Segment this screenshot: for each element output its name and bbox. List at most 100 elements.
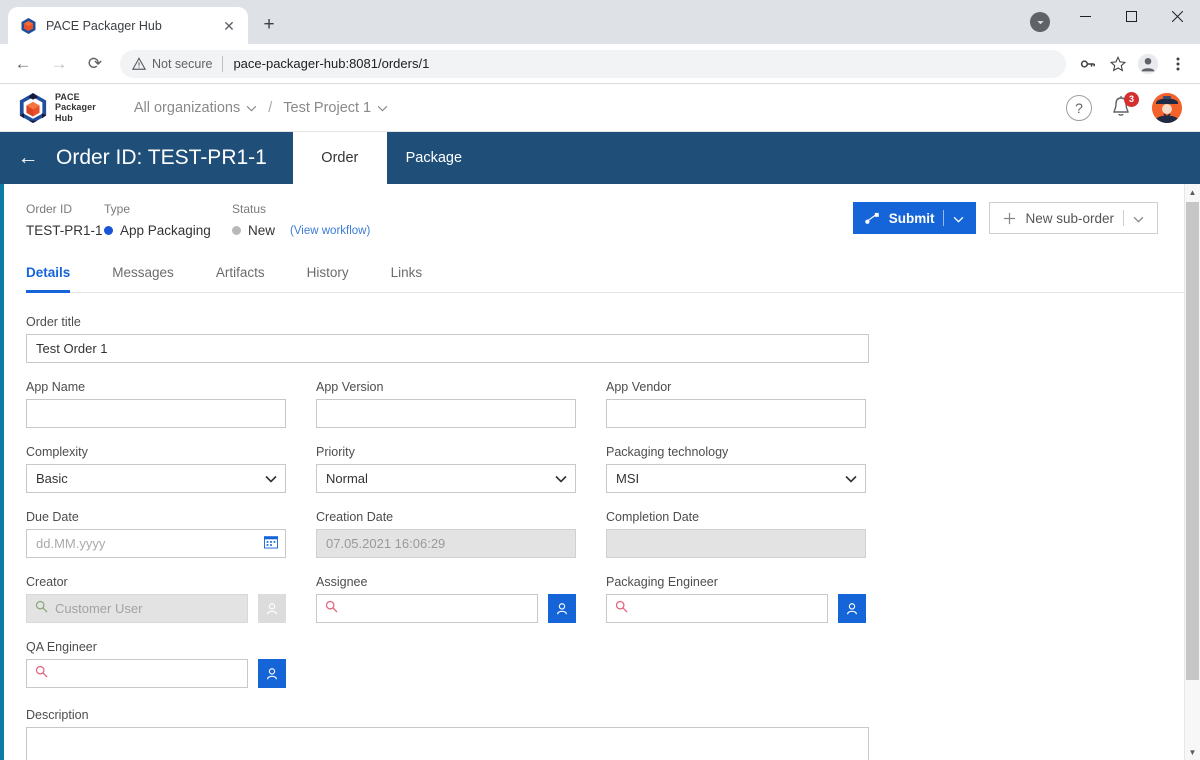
new-sub-order-button[interactable]: New sub-order <box>989 202 1158 234</box>
app-version-input[interactable] <box>316 399 576 428</box>
qa-engineer-input[interactable] <box>26 659 248 688</box>
app-name-label: App Name <box>26 380 86 394</box>
packaging-engineer-label: Packaging Engineer <box>606 575 718 589</box>
key-icon[interactable] <box>1074 50 1102 78</box>
app-name-input[interactable] <box>26 399 286 428</box>
tab-history[interactable]: History <box>307 265 349 293</box>
help-icon[interactable]: ? <box>1066 94 1092 121</box>
pace-packager-hub-logo-icon <box>18 92 48 124</box>
maximize-button[interactable] <box>1108 0 1154 32</box>
browser-tab-title: PACE Packager Hub <box>46 18 162 33</box>
search-icon <box>35 665 48 683</box>
breadcrumb-project[interactable]: Test Project 1 <box>283 100 388 116</box>
scrollbar-thumb[interactable] <box>1186 202 1199 680</box>
assignee-input[interactable] <box>316 594 538 623</box>
avatar[interactable] <box>1152 92 1182 123</box>
meta-order-id-label: Order ID <box>26 202 73 216</box>
omnibox-divider <box>222 55 224 72</box>
calendar-icon[interactable] <box>263 534 279 553</box>
minimize-button[interactable] <box>1062 0 1108 32</box>
completion-date-label: Completion Date <box>606 510 700 524</box>
tab-order[interactable]: Order <box>292 132 387 184</box>
packaging-technology-label: Packaging technology <box>606 445 729 459</box>
back-arrow-icon[interactable]: ← <box>0 132 56 184</box>
packaging-engineer-picker-button[interactable] <box>838 594 866 623</box>
field-creation-date: Creation Date <box>316 510 576 558</box>
field-assignee: Assignee <box>316 575 576 623</box>
breadcrumb-organizations[interactable]: All organizations <box>134 100 257 116</box>
new-sub-order-divider <box>1123 210 1124 226</box>
star-icon[interactable] <box>1104 50 1132 78</box>
search-icon <box>325 600 338 618</box>
omnibox-buttons <box>1072 50 1192 78</box>
field-description: Description <box>26 708 1184 760</box>
description-textarea[interactable] <box>26 727 869 760</box>
tab-details[interactable]: Details <box>26 265 71 293</box>
tab-artifacts[interactable]: Artifacts <box>216 265 265 293</box>
chevron-down-icon[interactable] <box>1030 12 1050 32</box>
meta-type: Type App Packaging <box>104 202 232 238</box>
close-window-button[interactable] <box>1154 0 1200 32</box>
order-title-input[interactable] <box>26 334 869 363</box>
app-logo-text: PACE Packager Hub <box>55 92 96 124</box>
field-due-date: Due Date <box>26 510 286 558</box>
packaging-technology-select[interactable]: MSI <box>606 464 866 493</box>
description-label: Description <box>26 708 89 722</box>
search-icon <box>35 600 48 618</box>
qa-engineer-picker-button[interactable] <box>258 659 286 688</box>
field-creator: Creator Customer User <box>26 575 286 623</box>
app-version-label: App Version <box>316 380 384 394</box>
field-qa-engineer: QA Engineer <box>26 640 286 688</box>
creator-label: Creator <box>26 575 68 589</box>
priority-select[interactable]: Normal <box>316 464 576 493</box>
tab-package[interactable]: Package <box>387 132 481 184</box>
tab-messages[interactable]: Messages <box>112 265 174 293</box>
browser-tab[interactable]: PACE Packager Hub ✕ <box>8 7 248 44</box>
app-vendor-input[interactable] <box>606 399 866 428</box>
assignee-picker-button[interactable] <box>548 594 576 623</box>
address-bar[interactable]: Not secure pace-packager-hub:8081/orders… <box>120 49 1066 78</box>
header-actions: ? 3 <box>1066 91 1182 123</box>
detail-tabs: Details Messages Artifacts History Links <box>26 264 1184 293</box>
creator-picker-button <box>258 594 286 623</box>
chevron-down-icon[interactable] <box>953 211 964 226</box>
meta-type-value: App Packaging <box>120 223 211 238</box>
chevron-down-icon[interactable] <box>1133 211 1144 226</box>
packaging-engineer-input[interactable] <box>606 594 828 623</box>
submit-button[interactable]: Submit <box>852 202 977 234</box>
notifications-button[interactable]: 3 <box>1110 91 1139 121</box>
browser-toolbar: ← → ⟳ Not secure pace-packager-hub:8081/… <box>0 44 1200 84</box>
back-button[interactable]: ← <box>8 49 38 79</box>
meta-status-value-wrap: New <box>232 223 290 238</box>
field-app-version: App Version <box>316 380 576 428</box>
app-viewport: PACE Packager Hub All organizations / Te… <box>0 84 1200 760</box>
meta-type-value-wrap: App Packaging <box>104 223 232 238</box>
submit-label: Submit <box>888 210 935 226</box>
meta-order-id: Order ID TEST-PR1-1 <box>26 202 104 238</box>
meta-status-value: New <box>248 223 276 238</box>
field-order-title: Order title <box>26 315 869 363</box>
complexity-select[interactable]: Basic <box>26 464 286 493</box>
breadcrumb-separator: / <box>268 99 273 116</box>
forward-button[interactable]: → <box>44 49 74 79</box>
order-title-bar: ← Order ID: TEST-PR1-1 Order Package <box>0 132 1200 184</box>
due-date-input[interactable] <box>26 529 286 558</box>
person-icon <box>267 602 277 614</box>
tab-links[interactable]: Links <box>391 265 423 293</box>
field-app-name: App Name <box>26 380 286 428</box>
app-logo[interactable]: PACE Packager Hub <box>18 92 96 124</box>
kebab-menu-icon[interactable] <box>1164 50 1192 78</box>
close-icon[interactable]: ✕ <box>220 17 238 35</box>
profile-icon[interactable] <box>1134 50 1162 78</box>
security-indicator[interactable]: Not secure <box>132 57 212 71</box>
due-date-label: Due Date <box>26 510 79 524</box>
scroll-up-arrow-icon[interactable]: ▲ <box>1185 184 1200 200</box>
breadcrumb-project-label: Test Project 1 <box>283 99 372 116</box>
meta-status-label: Status <box>232 202 267 216</box>
vertical-scrollbar[interactable]: ▲ ▼ <box>1184 184 1200 760</box>
scroll-down-arrow-icon[interactable]: ▼ <box>1185 744 1200 760</box>
order-details-form: Order title App Name App Version <box>26 293 1184 760</box>
reload-button[interactable]: ⟳ <box>80 49 110 79</box>
view-workflow-link[interactable]: (View workflow) <box>290 225 370 237</box>
new-tab-button[interactable]: + <box>254 10 284 40</box>
